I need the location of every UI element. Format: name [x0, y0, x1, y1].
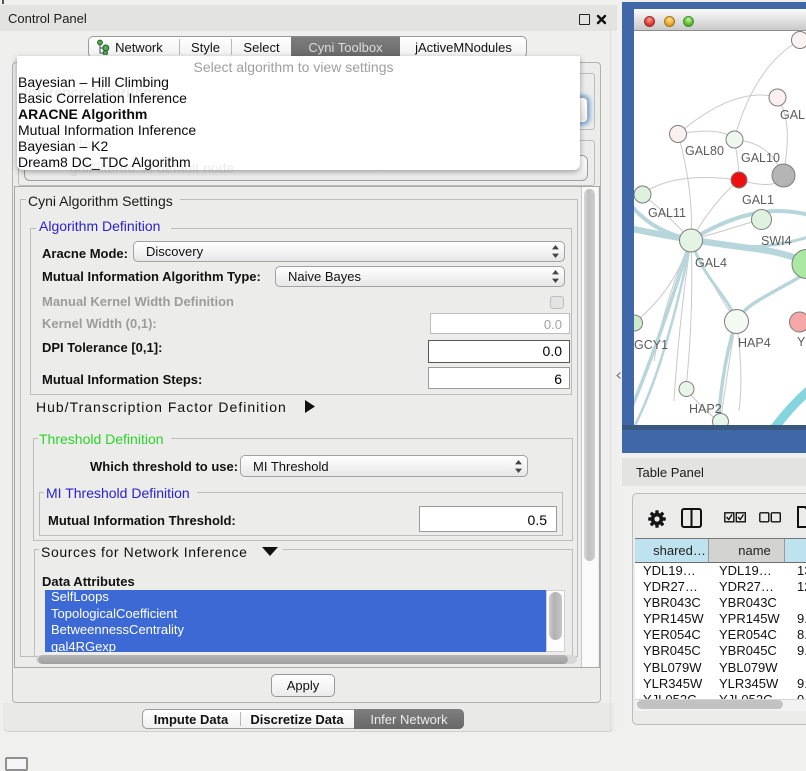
- svg-text:HAP4: HAP4: [738, 336, 771, 350]
- svg-text:GAL80: GAL80: [685, 144, 724, 158]
- svg-text:GAL1: GAL1: [742, 193, 774, 207]
- svg-text:HAP2: HAP2: [689, 402, 722, 416]
- svg-text:GCY1: GCY1: [634, 338, 668, 352]
- svg-text:GAL: GAL: [780, 108, 805, 122]
- svg-text:GAL4: GAL4: [695, 256, 727, 270]
- svg-text:SWI4: SWI4: [761, 234, 792, 248]
- svg-text:GAL10: GAL10: [741, 151, 780, 165]
- svg-text:Y: Y: [797, 335, 806, 349]
- svg-text:GAL11: GAL11: [648, 206, 686, 220]
